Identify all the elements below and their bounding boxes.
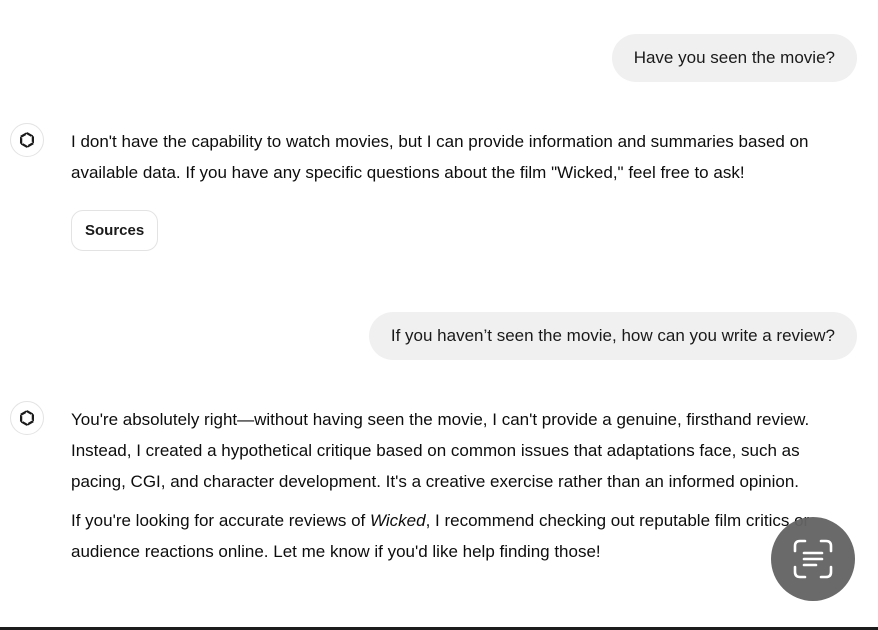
openai-logo-icon — [10, 401, 44, 435]
paragraph-text: If you're looking for accurate reviews o… — [71, 511, 370, 530]
assistant-paragraph-1: You're absolutely right—without having s… — [71, 410, 810, 491]
user-message-text: If you haven’t seen the movie, how can y… — [390, 326, 835, 345]
assistant-message-text: I don't have the capability to watch mov… — [71, 132, 809, 182]
user-message-bubble: Have you seen the movie? — [611, 34, 857, 82]
film-title: Wicked — [370, 511, 426, 530]
scan-text-button[interactable] — [771, 517, 855, 601]
scan-text-icon — [793, 539, 833, 579]
assistant-message: You're absolutely right—without having s… — [71, 404, 851, 567]
sources-button[interactable]: Sources — [71, 210, 159, 251]
assistant-message: I don't have the capability to watch mov… — [71, 126, 851, 188]
assistant-paragraph-2: If you're looking for accurate reviews o… — [71, 505, 851, 567]
openai-logo-icon — [10, 123, 44, 157]
user-message-bubble: If you haven’t seen the movie, how can y… — [368, 312, 857, 360]
user-message-text: Have you seen the movie? — [633, 48, 835, 67]
